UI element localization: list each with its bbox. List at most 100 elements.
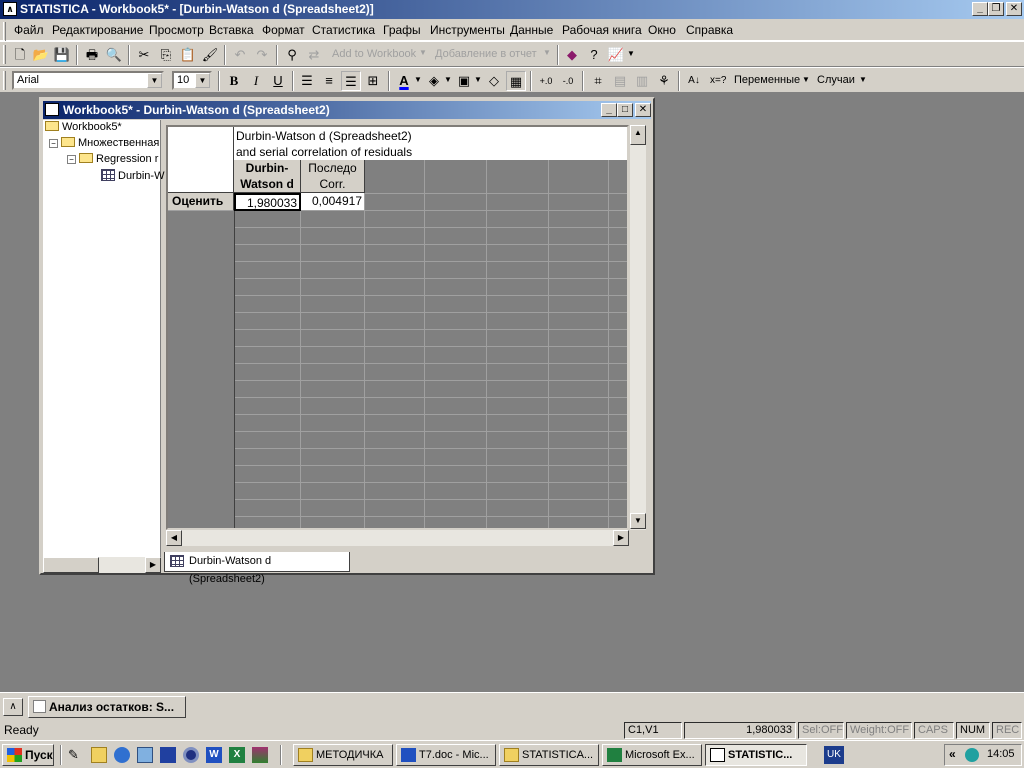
wb-close-button[interactable]: ✕ (635, 103, 651, 117)
start-button[interactable]: Пуск (2, 744, 54, 766)
find-icon[interactable]: ⚲ (282, 45, 302, 65)
borders-icon[interactable]: ▣ (454, 71, 474, 91)
menu-view[interactable]: Просмотр (149, 23, 204, 37)
italic-button[interactable]: I (246, 71, 266, 91)
graph-help-icon[interactable]: 📈 (606, 45, 626, 65)
bold-button[interactable]: B (224, 71, 244, 91)
copy-icon[interactable]: ⎘ (156, 45, 176, 65)
statistica-book-icon[interactable]: ◆ (562, 45, 582, 65)
tab-durbin-watson[interactable]: Durbin-Watson d (Spreadsheet2) (164, 552, 350, 585)
replace-icon[interactable]: ⇄ (304, 45, 324, 65)
quicklaunch-pencil-icon[interactable]: ✎ (68, 747, 84, 763)
add-to-workbook-button[interactable]: Add to Workbook (332, 48, 416, 60)
menu-tools[interactable]: Инструменты (430, 23, 505, 37)
table-edit-icon[interactable]: ▥ (632, 71, 652, 91)
menu-data[interactable]: Данные (510, 23, 553, 37)
language-indicator[interactable]: UK (824, 746, 844, 764)
open-icon[interactable]: 📂 (31, 45, 51, 65)
borders-dropdown-icon[interactable]: ▼ (474, 75, 482, 84)
taskbar-item-word[interactable]: T7.doc - Mic... (396, 744, 496, 766)
add-to-report-dropdown-icon[interactable]: ▼ (543, 48, 551, 57)
quicklaunch-winrar-icon[interactable] (252, 747, 268, 763)
menu-insert[interactable]: Вставка (209, 23, 254, 37)
horizontal-scrollbar[interactable]: ◀ ▶ (166, 530, 629, 546)
row-header-estimate[interactable]: Оценить (168, 193, 234, 211)
add-to-report-button[interactable]: Добавление в отчет (435, 48, 537, 60)
print-preview-icon[interactable]: 🔍 (104, 45, 124, 65)
cell-serial-corr-value[interactable]: 0,004917 (301, 193, 365, 211)
quicklaunch-calc-icon[interactable] (137, 747, 153, 763)
quicklaunch-word-icon[interactable]: W (206, 747, 222, 763)
quicklaunch-media-icon[interactable] (183, 747, 199, 763)
taskbar-item-excel[interactable]: Microsoft Ex... (602, 744, 702, 766)
tree-icon[interactable]: ⚘ (654, 71, 674, 91)
column-header-durbin-watson[interactable]: Durbin- Watson d (234, 160, 301, 193)
quicklaunch-ie-icon[interactable] (114, 747, 130, 763)
add-to-workbook-dropdown-icon[interactable]: ▼ (419, 48, 427, 57)
fill-color-dropdown-icon[interactable]: ▼ (444, 75, 452, 84)
menu-statistics[interactable]: Статистика (312, 23, 375, 37)
font-name-select[interactable]: Arial ▼ (12, 71, 164, 90)
wb-minimize-button[interactable]: _ (601, 103, 617, 117)
grid-corner[interactable] (168, 127, 234, 193)
tree-node-multiple-regression[interactable]: − Множественная (49, 137, 159, 149)
grid-icon[interactable]: ▦ (506, 71, 526, 91)
taskbar-item-statistica-folder[interactable]: STATISTICA... (499, 744, 599, 766)
minimized-window-residual-analysis[interactable]: Анализ остатков: S... (28, 696, 186, 718)
decrease-decimal-icon[interactable]: -.0 (558, 71, 578, 91)
context-help-icon[interactable]: ? (584, 45, 604, 65)
formula-button[interactable]: x=? (710, 75, 726, 86)
marker-icon[interactable]: ◇ (484, 71, 504, 91)
menu-file[interactable]: Файл (14, 23, 44, 37)
scroll-down-icon[interactable]: ▼ (630, 513, 646, 529)
new-icon[interactable]: 🗋 (10, 45, 30, 65)
close-button[interactable]: ✕ (1006, 2, 1022, 16)
save-icon[interactable]: 💾 (52, 45, 72, 65)
sort-az-icon[interactable]: A↓ (684, 71, 704, 91)
table-icon[interactable]: ▤ (610, 71, 630, 91)
fill-color-icon[interactable]: ◈ (424, 71, 444, 91)
minimize-button[interactable]: _ (972, 2, 988, 16)
tray-app-icon[interactable] (965, 748, 979, 762)
font-size-select[interactable]: 10 ▼ (172, 71, 212, 90)
increase-decimal-icon[interactable]: +.0 (536, 71, 556, 91)
cell-durbin-watson-value[interactable]: 1,980033 (234, 193, 301, 211)
tree-node-regression[interactable]: − Regression r (67, 153, 158, 165)
font-color-icon[interactable]: A (394, 71, 414, 91)
collapse-icon[interactable]: − (67, 155, 76, 164)
quicklaunch-folder-icon[interactable] (91, 747, 107, 763)
menu-window[interactable]: Окно (648, 23, 676, 37)
menu-help[interactable]: Справка (686, 23, 733, 37)
format-painter-icon[interactable]: 🖌 (200, 45, 220, 65)
tree-horizontal-scrollbar[interactable]: ▶ (43, 557, 161, 573)
scroll-thumb[interactable] (43, 557, 99, 573)
collapse-icon[interactable]: − (49, 139, 58, 148)
taskbar-item-statistica[interactable]: STATISTIC... (705, 744, 807, 766)
variables-menu-button[interactable]: Переменные (734, 74, 800, 86)
tray-expand-icon[interactable]: « (949, 747, 956, 761)
crop-icon[interactable]: ⌗ (588, 71, 608, 91)
scroll-right-icon[interactable]: ▶ (613, 530, 629, 546)
merge-icon[interactable]: ⊞ (363, 71, 383, 91)
underline-button[interactable]: U (268, 71, 288, 91)
chevron-down-icon[interactable]: ▼ (147, 73, 162, 88)
tree-node-workbook[interactable]: Workbook5* (45, 121, 122, 133)
scroll-left-icon[interactable]: ◀ (166, 530, 182, 546)
chevron-down-icon[interactable]: ▼ (195, 73, 210, 88)
statistica-window-icon[interactable]: ∧ (3, 698, 23, 716)
paste-icon[interactable]: 📋 (178, 45, 198, 65)
variables-dropdown-icon[interactable]: ▼ (802, 75, 810, 84)
align-center-icon[interactable]: ≡ (319, 71, 339, 91)
print-icon[interactable]: 🖶 (82, 45, 102, 65)
menu-graphs[interactable]: Графы (383, 23, 421, 37)
help-dropdown-icon[interactable]: ▼ (627, 49, 635, 58)
restore-button[interactable]: ❐ (988, 2, 1004, 16)
scroll-right-icon[interactable]: ▶ (145, 557, 161, 573)
redo-icon[interactable]: ↷ (252, 45, 272, 65)
menu-edit[interactable]: Редактирование (52, 23, 143, 37)
undo-icon[interactable]: ↶ (230, 45, 250, 65)
taskbar-item-metodichka[interactable]: МЕТОДИЧКА (293, 744, 393, 766)
cut-icon[interactable]: ✂ (134, 45, 154, 65)
wb-maximize-button[interactable]: □ (617, 103, 633, 117)
align-right-icon[interactable]: ☰ (341, 71, 361, 91)
